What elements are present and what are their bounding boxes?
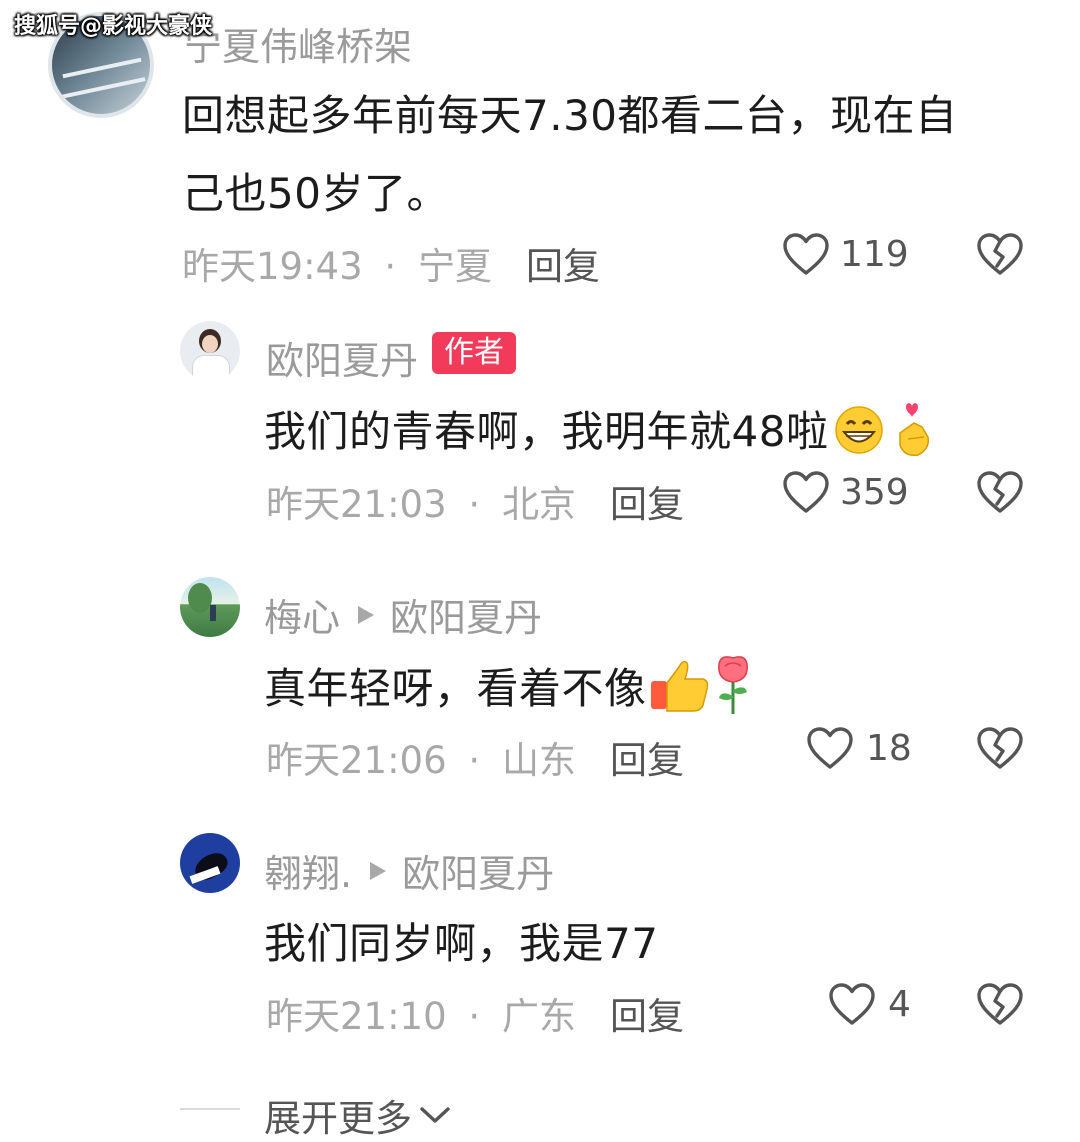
like-count: 119 xyxy=(840,233,909,275)
author-name[interactable]: 翱翔. xyxy=(264,843,352,898)
separator: · xyxy=(384,245,397,288)
heart-outline-icon xyxy=(782,470,830,514)
triangle-right-icon xyxy=(358,605,375,624)
dislike-button[interactable] xyxy=(976,982,1024,1026)
like-count: 18 xyxy=(866,727,912,769)
dislike-button[interactable] xyxy=(976,232,1024,276)
reply-button[interactable]: 回复 xyxy=(610,474,684,528)
dislike-button[interactable] xyxy=(976,726,1024,770)
reply-button[interactable]: 回复 xyxy=(610,730,684,784)
comment-meta: 昨天19:43 · 宁夏 xyxy=(182,236,492,290)
reply-button[interactable]: 回复 xyxy=(526,236,600,290)
comment-meta: 昨天21:10 · 广东 xyxy=(266,986,576,1040)
heart-outline-icon xyxy=(806,726,854,770)
separator: · xyxy=(468,483,481,526)
comment-text: 真年轻呀，看着不像 xyxy=(264,654,755,716)
comment-location: 广东 xyxy=(501,995,576,1038)
like-count: 359 xyxy=(840,471,909,513)
thumbs-up-emoji xyxy=(650,660,708,712)
broken-heart-icon xyxy=(976,470,1024,514)
avatar[interactable] xyxy=(180,577,240,637)
like-count: 4 xyxy=(888,983,911,1025)
reply-to-name[interactable]: 欧阳夏丹 xyxy=(390,587,542,642)
comment-text: 己也50岁了。 xyxy=(182,169,449,218)
comment-author[interactable]: 欧阳夏丹 xyxy=(266,330,418,385)
comment-location: 山东 xyxy=(501,739,576,782)
author-name[interactable]: 梅心 xyxy=(264,587,340,642)
comment-text: 我们同岁啊，我是77 xyxy=(264,919,659,968)
like-button[interactable]: 359 xyxy=(782,470,909,514)
watermark: 搜狐号@影视大豪侠 xyxy=(14,14,213,39)
chevron-down-icon xyxy=(420,1107,450,1123)
broken-heart-icon xyxy=(976,982,1024,1026)
comment-text: 我们的青春啊，我明年就48啦 xyxy=(264,398,936,459)
comment-text-body: 真年轻呀，看着不像 xyxy=(264,663,647,713)
reply-to-name[interactable]: 欧阳夏丹 xyxy=(402,843,554,898)
comment-time: 昨天19:43 xyxy=(182,245,363,288)
avatar[interactable] xyxy=(180,833,240,893)
finger-heart-emoji xyxy=(899,402,930,456)
comment-meta: 昨天21:03 · 北京 xyxy=(266,474,576,528)
comment-text: 回想起多年前每天7.30都看二台，现在自 xyxy=(182,91,958,140)
like-button[interactable]: 119 xyxy=(782,232,909,276)
comment-author: 翱翔. 欧阳夏丹 xyxy=(264,843,554,898)
comment-time: 昨天21:06 xyxy=(266,739,447,782)
expand-more-label: 展开更多 xyxy=(264,1097,412,1140)
rose-emoji xyxy=(717,656,748,714)
broken-heart-icon xyxy=(976,726,1024,770)
expand-more-button[interactable]: 展开更多 xyxy=(264,1088,452,1142)
divider xyxy=(180,1108,240,1110)
comment-time: 昨天21:03 xyxy=(266,483,447,526)
like-button[interactable]: 4 xyxy=(828,982,911,1026)
dislike-button[interactable] xyxy=(976,470,1024,514)
comment-meta: 昨天21:06 · 山东 xyxy=(266,730,576,784)
comment-author: 梅心 欧阳夏丹 xyxy=(264,587,542,642)
separator: · xyxy=(468,739,481,782)
avatar[interactable] xyxy=(180,321,240,381)
separator: · xyxy=(468,995,481,1038)
triangle-right-icon xyxy=(370,861,387,880)
reply-button[interactable]: 回复 xyxy=(610,986,684,1040)
like-button[interactable]: 18 xyxy=(806,726,912,770)
comment-time: 昨天21:10 xyxy=(266,995,447,1038)
broken-heart-icon xyxy=(976,232,1024,276)
heart-outline-icon xyxy=(828,982,876,1026)
author-badge: 作者 xyxy=(432,332,516,374)
heart-outline-icon xyxy=(782,232,830,276)
comment-location: 北京 xyxy=(501,483,576,526)
comment-location: 宁夏 xyxy=(417,245,492,288)
grinning-face-emoji xyxy=(835,405,884,454)
comment-author[interactable]: 宁夏伟峰桥架 xyxy=(184,16,412,71)
comment-text-body: 我们的青春啊，我明年就48啦 xyxy=(264,407,829,456)
